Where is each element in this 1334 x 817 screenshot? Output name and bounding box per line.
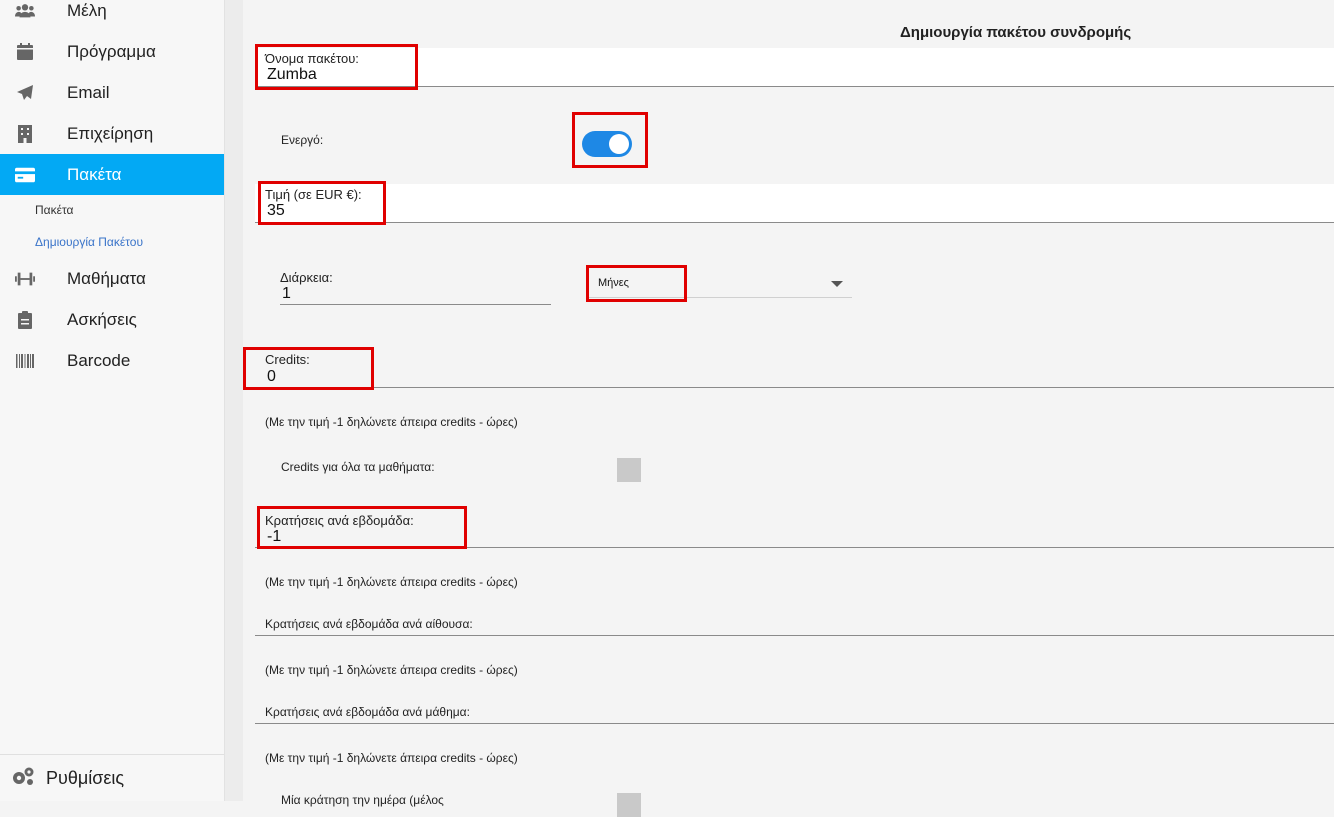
sidebar-item-schedule[interactable]: Πρόγραμμα xyxy=(0,31,224,72)
credits-all-checkbox[interactable] xyxy=(617,458,641,482)
package-name-value[interactable]: Zumba xyxy=(267,66,317,84)
sidebar-item-label: Ασκήσεις xyxy=(67,309,137,329)
duration-underline xyxy=(280,304,551,305)
sidebar-item-label: Μέλη xyxy=(67,0,107,20)
active-toggle[interactable] xyxy=(582,131,632,157)
settings-label: Ρυθμίσεις xyxy=(46,768,125,788)
weekly-class-underline[interactable] xyxy=(255,723,1334,724)
users-icon xyxy=(15,1,35,21)
sidebar-item-label: Επιχείρηση xyxy=(67,123,154,143)
select-underline xyxy=(588,297,852,298)
barcode-icon xyxy=(15,351,35,371)
duration-label: Διάρκεια: xyxy=(280,270,333,285)
sidebar-item-label: Barcode xyxy=(67,350,131,370)
sidebar-item-members[interactable]: Μέλη xyxy=(0,0,224,31)
weekly-hint: (Με την τιμή -1 δηλώνετε άπειρα credits … xyxy=(265,575,518,589)
sidebar-item-barcode[interactable]: Barcode xyxy=(0,340,224,381)
cogs-icon xyxy=(11,766,35,791)
sidebar-subitem-create-package[interactable]: Δημιουργία Πακέτου xyxy=(35,235,143,249)
calendar-icon xyxy=(15,42,35,62)
weekly-underline xyxy=(255,547,1334,548)
credits-label: Credits: xyxy=(265,352,310,367)
scroll-gutter xyxy=(225,0,243,801)
page-title: Δημιουργία πακέτου συνδρομής xyxy=(900,24,1132,41)
sidebar-item-label: Μαθήματα xyxy=(67,268,146,288)
sidebar-item-exercises[interactable]: Ασκήσεις xyxy=(0,299,224,340)
clipboard-icon xyxy=(15,310,35,330)
one-booking-per-day-checkbox[interactable] xyxy=(617,793,641,817)
weekly-label: Κρατήσεις ανά εβδομάδα: xyxy=(265,513,414,528)
sidebar-subitem-packages[interactable]: Πακέτα xyxy=(35,203,73,217)
sidebar-item-business[interactable]: Επιχείρηση xyxy=(0,113,224,154)
sidebar-item-label: Πακέτα xyxy=(67,164,122,184)
toggle-knob xyxy=(609,134,629,154)
one-booking-per-day-label: Μία κράτηση την ημέρα (μέλος xyxy=(281,793,444,807)
price-field[interactable] xyxy=(255,184,1334,223)
settings-button[interactable]: Ρυθμίσεις xyxy=(0,754,224,802)
price-value[interactable]: 35 xyxy=(267,202,285,220)
weekly-class-label: Κρατήσεις ανά εβδομάδα ανά μάθημα: xyxy=(265,705,470,719)
package-name-field[interactable] xyxy=(255,48,1334,87)
weekly-room-hint: (Με την τιμή -1 δηλώνετε άπειρα credits … xyxy=(265,663,518,677)
weekly-class-hint: (Με την τιμή -1 δηλώνετε άπειρα credits … xyxy=(265,751,518,765)
duration-unit-select[interactable]: Μήνες xyxy=(598,277,629,289)
sidebar-item-label: Email xyxy=(67,82,110,102)
price-label: Τιμή (σε EUR €): xyxy=(265,187,362,202)
sidebar-item-label: Πρόγραμμα xyxy=(67,41,156,61)
main-content: Δημιουργία πακέτου συνδρομής Όνομα πακέτ… xyxy=(243,0,1334,817)
weekly-room-label: Κρατήσεις ανά εβδομάδα ανά αίθουσα: xyxy=(265,617,473,631)
chevron-down-icon[interactable] xyxy=(831,281,843,287)
sidebar-item-packages[interactable]: Πακέτα xyxy=(0,154,224,195)
package-name-label: Όνομα πακέτου: xyxy=(265,51,359,66)
duration-value[interactable]: 1 xyxy=(282,285,291,303)
building-icon xyxy=(15,124,35,144)
credits-value[interactable]: 0 xyxy=(267,368,276,386)
weekly-value[interactable]: -1 xyxy=(267,528,281,546)
weekly-room-underline[interactable] xyxy=(255,635,1334,636)
credit-card-icon xyxy=(15,165,35,185)
sidebar: Μέλη Πρόγραμμα Email Επιχείρηση Πακέτα Π… xyxy=(0,0,225,801)
sidebar-item-classes[interactable]: Μαθήματα xyxy=(0,258,224,299)
paper-plane-icon xyxy=(15,83,35,103)
sidebar-item-email[interactable]: Email xyxy=(0,72,224,113)
active-label: Ενεργό: xyxy=(281,133,324,147)
credits-hint: (Με την τιμή -1 δηλώνετε άπειρα credits … xyxy=(265,415,518,429)
credits-all-label: Credits για όλα τα μαθήματα: xyxy=(281,460,435,474)
credits-underline xyxy=(255,387,1334,388)
dumbbell-icon xyxy=(15,269,35,289)
